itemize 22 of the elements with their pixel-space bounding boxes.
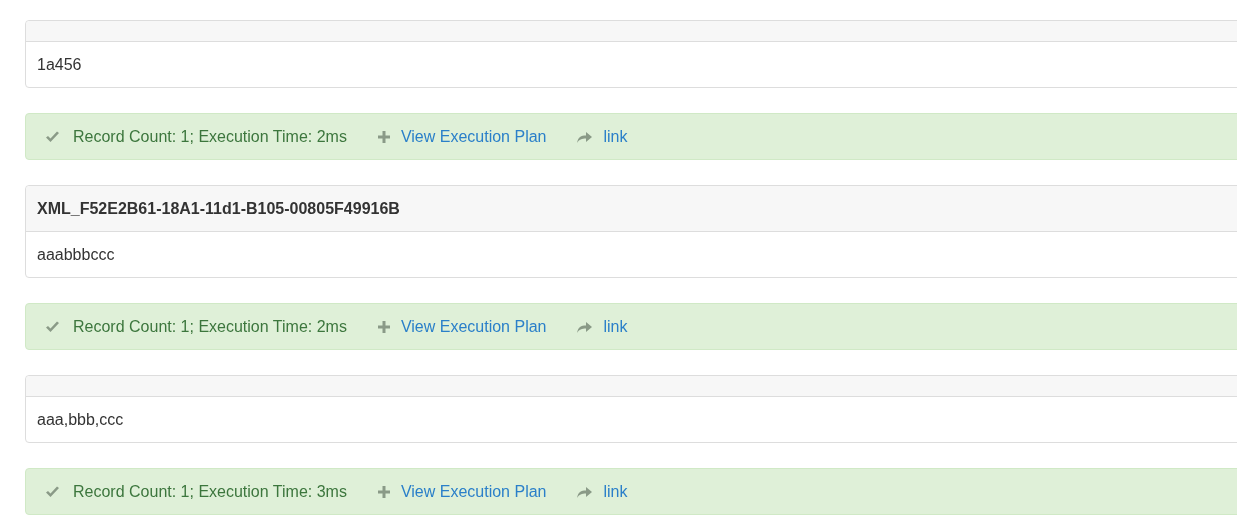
plus-icon: [377, 320, 390, 333]
status-message: Record Count: 1; Execution Time: 2ms: [73, 317, 347, 336]
plus-icon: [377, 485, 390, 498]
view-execution-plan-link[interactable]: View Execution Plan: [377, 482, 547, 501]
share-arrow-icon: [577, 485, 593, 498]
view-execution-plan-link[interactable]: View Execution Plan: [377, 127, 547, 146]
checkmark-icon: [45, 320, 60, 333]
view-execution-plan-link[interactable]: View Execution Plan: [377, 317, 547, 336]
share-link[interactable]: link: [577, 317, 628, 336]
status-message: Record Count: 1; Execution Time: 3ms: [73, 482, 347, 501]
checkmark-icon: [45, 485, 60, 498]
status-message: Record Count: 1; Execution Time: 2ms: [73, 127, 347, 146]
result-value: aaa,bbb,ccc: [37, 410, 124, 429]
share-link[interactable]: link: [577, 127, 628, 146]
share-link[interactable]: link: [577, 482, 628, 501]
checkmark-icon: [45, 130, 60, 143]
result-value: 1a456: [37, 55, 82, 74]
result-value: aaabbbccc: [37, 245, 115, 264]
share-arrow-icon: [577, 130, 593, 143]
share-arrow-icon: [577, 320, 593, 333]
plus-icon: [377, 130, 390, 143]
column-name: XML_F52E2B61-18A1-11d1-B105-00805F49916B: [37, 199, 400, 218]
